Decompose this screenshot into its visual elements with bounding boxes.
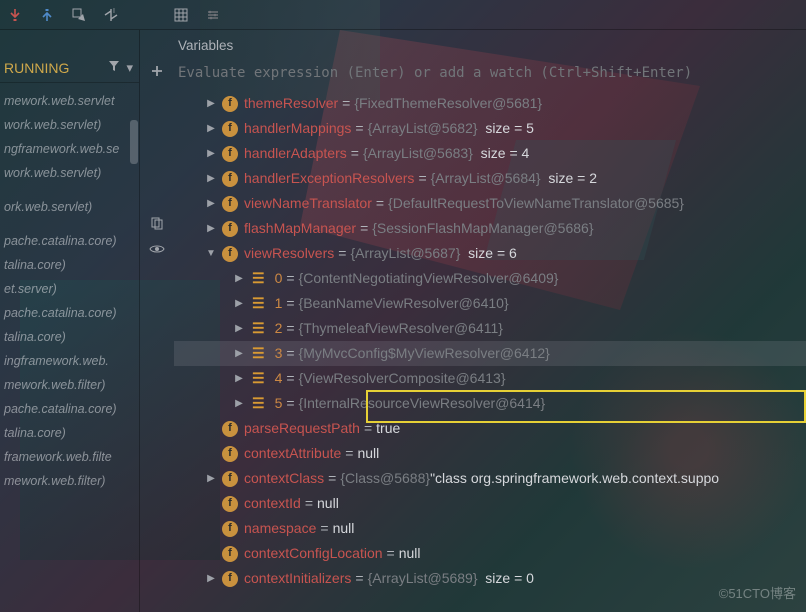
element-icon: ☰ (250, 392, 269, 415)
thread-item[interactable]: ork.web.servlet) (0, 195, 139, 219)
thread-item[interactable]: work.web.servlet) (0, 113, 139, 137)
variable-row[interactable]: ▶fcontextInitializers = {ArrayList@5689}… (174, 566, 806, 591)
field-icon: f (222, 221, 238, 237)
collapse-icon[interactable]: ▼ (204, 242, 218, 265)
expand-icon[interactable]: ▶ (204, 167, 218, 190)
scrollbar-thumb[interactable] (130, 120, 138, 164)
field-icon: f (222, 521, 238, 537)
grid-icon[interactable] (172, 6, 190, 24)
element-icon: ☰ (250, 267, 269, 290)
variable-row[interactable]: fnamespace = null (174, 516, 806, 541)
thread-item[interactable]: mework.web.filter) (0, 373, 139, 397)
field-icon: f (222, 146, 238, 162)
expand-icon[interactable]: ▶ (204, 192, 218, 215)
variable-row[interactable]: ▶fhandlerMappings = {ArrayList@5682} siz… (174, 116, 806, 141)
thread-item[interactable]: talina.core) (0, 253, 139, 277)
field-icon: f (222, 496, 238, 512)
variable-row[interactable]: ▶☰5 = {InternalResourceViewResolver@6414… (174, 391, 806, 416)
thread-item[interactable]: pache.catalina.core) (0, 397, 139, 421)
thread-item[interactable]: et.server) (0, 277, 139, 301)
variable-row[interactable]: ▶fhandlerExceptionResolvers = {ArrayList… (174, 166, 806, 191)
thread-item[interactable]: mework.web.filter) (0, 469, 139, 493)
thread-item[interactable]: pache.catalina.core) (0, 229, 139, 253)
element-icon: ☰ (250, 342, 269, 365)
expand-icon[interactable]: ▶ (204, 117, 218, 140)
field-icon: f (222, 171, 238, 187)
run-to-cursor-icon[interactable] (70, 6, 88, 24)
expand-icon[interactable]: ▶ (204, 217, 218, 240)
evaluate-expression-input[interactable]: Evaluate expression (Enter) or add a wat… (174, 59, 806, 91)
variable-row[interactable]: ▶☰2 = {ThymeleafViewResolver@6411} (174, 316, 806, 341)
expand-icon[interactable]: ▶ (232, 342, 246, 365)
field-icon: f (222, 96, 238, 112)
element-icon: ☰ (250, 317, 269, 340)
thread-item[interactable]: talina.core) (0, 325, 139, 349)
expand-icon[interactable]: ▶ (232, 392, 246, 415)
variable-row[interactable]: fcontextId = null (174, 491, 806, 516)
variable-row[interactable]: ▶fflashMapManager = {SessionFlashMapMana… (174, 216, 806, 241)
watch-icon[interactable] (148, 240, 166, 258)
thread-item[interactable]: work.web.servlet) (0, 161, 139, 185)
variable-row[interactable]: fcontextAttribute = null (174, 441, 806, 466)
thread-item[interactable]: ingframework.web. (0, 349, 139, 373)
field-icon: f (222, 471, 238, 487)
field-icon: f (222, 546, 238, 562)
copy-icon[interactable] (148, 214, 166, 232)
expand-icon[interactable]: ▶ (232, 292, 246, 315)
variable-row[interactable]: ▶fviewNameTranslator = {DefaultRequestTo… (174, 191, 806, 216)
debug-toolbar: I (0, 0, 806, 30)
variable-row[interactable]: ▶☰3 = {MyMvcConfig$MyViewResolver@6412} (174, 341, 806, 366)
variable-row[interactable]: fparseRequestPath = true (174, 416, 806, 441)
thread-item[interactable] (0, 185, 139, 195)
svg-text:I: I (113, 8, 115, 15)
variable-row[interactable]: ▶fcontextClass = {Class@5688} "class org… (174, 466, 806, 491)
panel-title: Variables (174, 30, 806, 59)
field-icon: f (222, 246, 238, 262)
evaluate-icon[interactable]: I (102, 6, 120, 24)
expand-icon[interactable]: ▶ (204, 92, 218, 115)
step-into-icon[interactable] (6, 6, 24, 24)
expand-icon[interactable]: ▶ (232, 317, 246, 340)
variable-row[interactable]: fcontextConfigLocation = null (174, 541, 806, 566)
field-icon: f (222, 196, 238, 212)
field-icon: f (222, 571, 238, 587)
thread-item[interactable]: talina.core) (0, 421, 139, 445)
expand-icon[interactable]: ▶ (232, 267, 246, 290)
filter-icon[interactable] (108, 60, 120, 76)
threads-panel: RUNNING ▾ mework.web.servletwork.web.ser… (0, 30, 140, 612)
thread-item[interactable] (0, 493, 139, 503)
settings-icon[interactable] (204, 6, 222, 24)
thread-item[interactable]: framework.web.filte (0, 445, 139, 469)
thread-item[interactable]: ngframework.web.se (0, 137, 139, 161)
running-label: RUNNING (4, 60, 69, 76)
thread-item[interactable]: pache.catalina.core) (0, 301, 139, 325)
chevron-down-icon[interactable]: ▾ (126, 60, 133, 76)
step-out-icon[interactable] (38, 6, 56, 24)
watermark: ©51CTO博客 (719, 583, 796, 602)
variable-row[interactable]: ▶☰1 = {BeanNameViewResolver@6410} (174, 291, 806, 316)
field-icon: f (222, 446, 238, 462)
variable-row[interactable]: ▶fthemeResolver = {FixedThemeResolver@56… (174, 91, 806, 116)
field-icon: f (222, 421, 238, 437)
thread-item[interactable]: mework.web.servlet (0, 89, 139, 113)
field-icon: f (222, 121, 238, 137)
expand-icon[interactable]: ▶ (204, 142, 218, 165)
variable-row[interactable]: ▶☰4 = {ViewResolverComposite@6413} (174, 366, 806, 391)
variable-row[interactable]: ▶☰0 = {ContentNegotiatingViewResolver@64… (174, 266, 806, 291)
element-icon: ☰ (250, 292, 269, 315)
expand-icon[interactable]: ▶ (232, 367, 246, 390)
expand-icon[interactable]: ▶ (204, 567, 218, 590)
add-watch-icon[interactable] (148, 62, 166, 80)
variable-row[interactable]: ▼fviewResolvers = {ArrayList@5687} size … (174, 241, 806, 266)
element-icon: ☰ (250, 367, 269, 390)
variables-gutter (140, 30, 174, 612)
variable-row[interactable]: ▶fhandlerAdapters = {ArrayList@5683} siz… (174, 141, 806, 166)
thread-item[interactable] (0, 219, 139, 229)
expand-icon[interactable]: ▶ (204, 467, 218, 490)
